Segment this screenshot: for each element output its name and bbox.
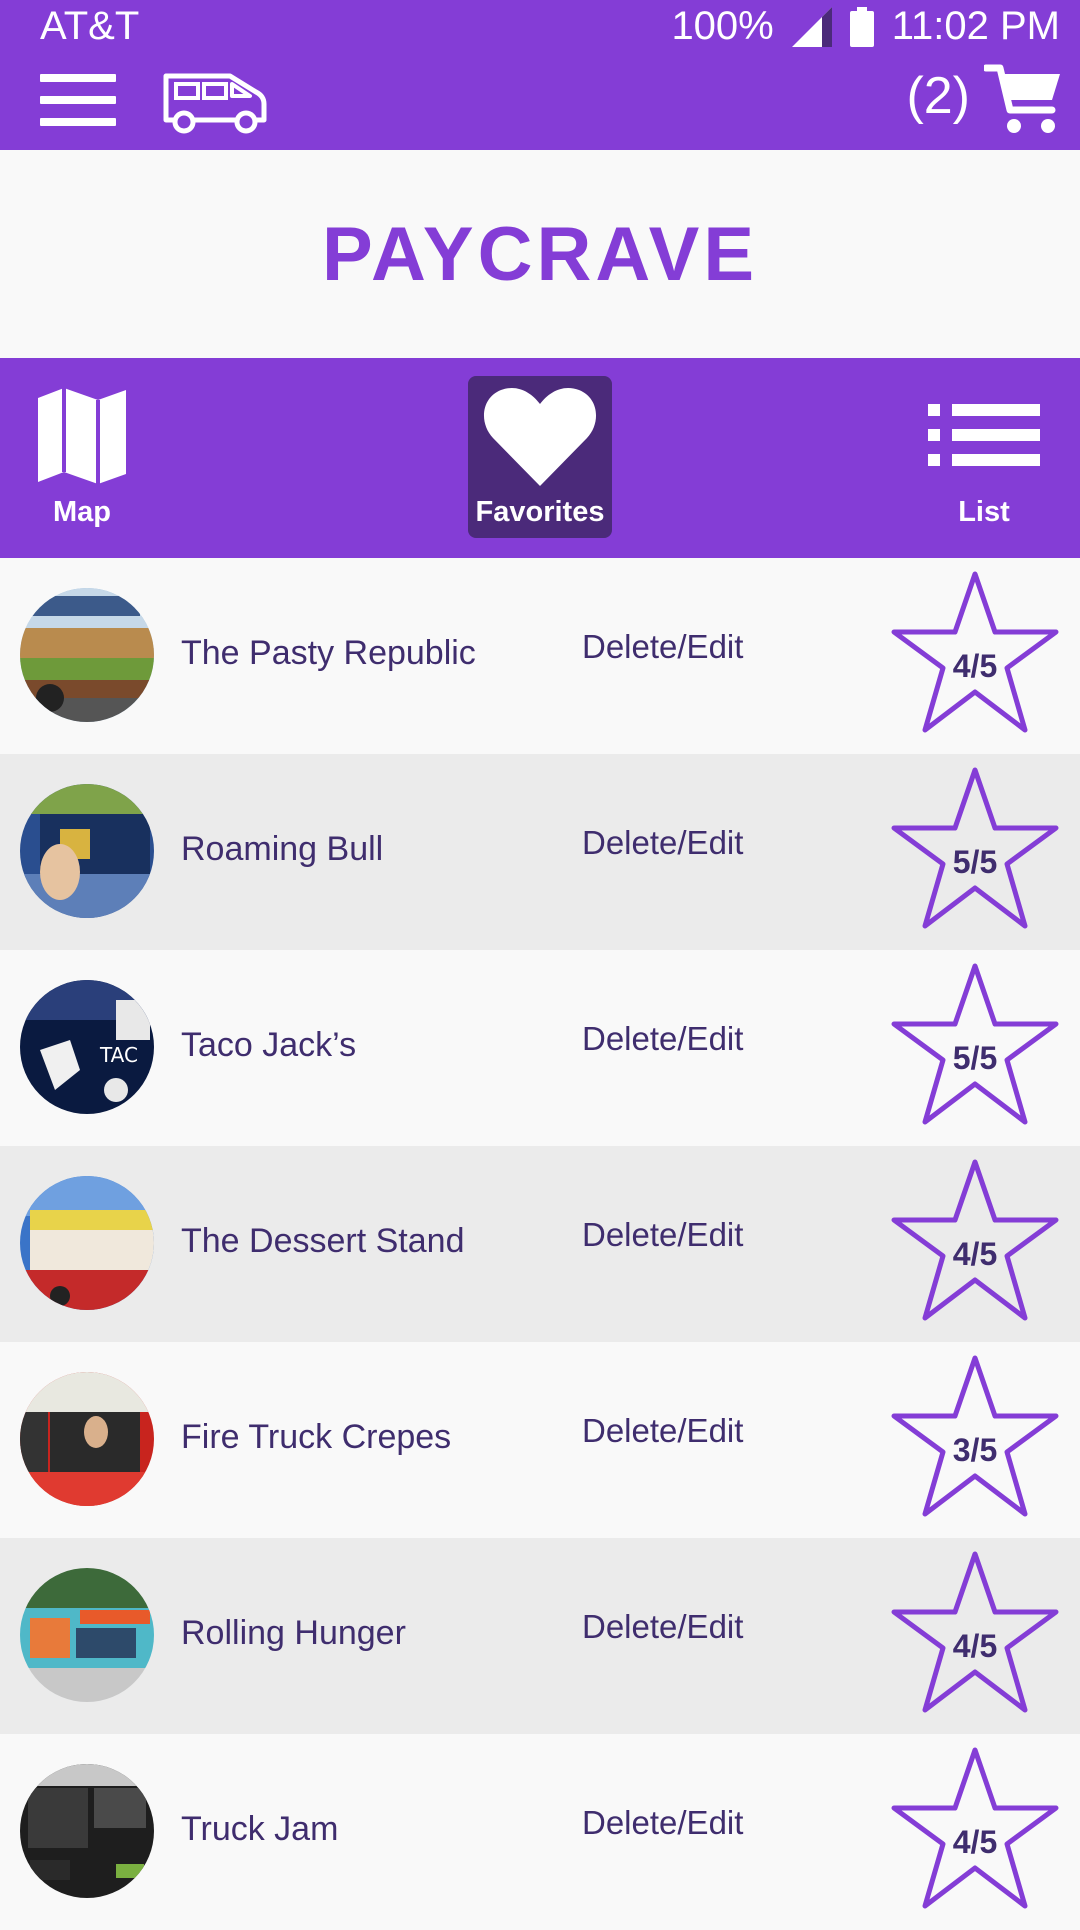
hamburger-menu-icon[interactable] (40, 74, 116, 126)
app-bar: AT&T 100% 11:02 PM (2) (0, 0, 1080, 150)
list-item[interactable]: TAC Taco Jack’s Delete/Edit 5/5 (0, 950, 1080, 1146)
rating-badge: 3/5 (890, 1354, 1060, 1520)
status-indicators: 100% 11:02 PM (671, 4, 1060, 49)
rating-badge: 4/5 (890, 570, 1060, 736)
delete-edit-link[interactable]: Delete/Edit (582, 1216, 743, 1254)
rating-value: 3/5 (952, 1432, 998, 1468)
rating-value: 5/5 (952, 844, 998, 880)
rating-value: 4/5 (952, 648, 998, 684)
truck-photo (20, 1176, 154, 1310)
truck-photo: TAC (20, 980, 154, 1114)
truck-photo (20, 1764, 154, 1898)
list-item[interactable]: Rolling Hunger Delete/Edit 4/5 (0, 1538, 1080, 1734)
rating-badge: 4/5 (890, 1158, 1060, 1324)
tab-list[interactable]: List (920, 358, 1048, 558)
rating-badge: 5/5 (890, 962, 1060, 1128)
shopping-cart-icon[interactable] (984, 62, 1062, 136)
clock: 11:02 PM (891, 4, 1060, 48)
truck-photo (20, 1372, 154, 1506)
signal-icon (791, 6, 832, 47)
battery-percent: 100% (671, 4, 774, 48)
truck-name[interactable]: Fire Truck Crepes (181, 1418, 451, 1457)
truck-photo (20, 784, 154, 918)
delete-edit-link[interactable]: Delete/Edit (582, 824, 743, 862)
truck-name[interactable]: Truck Jam (181, 1810, 338, 1849)
rating-badge: 4/5 (890, 1746, 1060, 1912)
truck-name[interactable]: The Pasty Republic (181, 634, 476, 673)
rating-badge: 5/5 (890, 766, 1060, 932)
food-truck-icon[interactable] (160, 70, 270, 134)
rating-value: 4/5 (952, 1236, 998, 1272)
list-item[interactable]: Fire Truck Crepes Delete/Edit 3/5 (0, 1342, 1080, 1538)
battery-icon (849, 6, 874, 47)
truck-name[interactable]: Taco Jack’s (181, 1026, 356, 1065)
list-item[interactable]: Roaming Bull Delete/Edit 5/5 (0, 754, 1080, 950)
truck-name[interactable]: The Dessert Stand (181, 1222, 464, 1261)
tab-map[interactable]: Map (30, 358, 134, 558)
list-icon (928, 404, 1040, 466)
delete-edit-link[interactable]: Delete/Edit (582, 1020, 743, 1058)
tab-favorites-label: Favorites (475, 496, 605, 528)
tab-favorites[interactable]: Favorites (468, 358, 612, 558)
rating-badge: 4/5 (890, 1550, 1060, 1716)
delete-edit-link[interactable]: Delete/Edit (582, 1804, 743, 1842)
tab-list-label: List (958, 496, 1010, 528)
carrier-label: AT&T (40, 4, 140, 48)
svg-text:TAC: TAC (99, 1043, 138, 1067)
app-title: PAYCRAVE (321, 211, 759, 297)
brand-header: PAYCRAVE (0, 150, 1080, 358)
tab-bar: Map Favorites List (0, 358, 1080, 558)
delete-edit-link[interactable]: Delete/Edit (582, 1412, 743, 1450)
heart-icon (483, 387, 597, 486)
truck-photo (20, 588, 154, 722)
tab-map-label: Map (53, 496, 111, 528)
truck-name[interactable]: Roaming Bull (181, 830, 383, 869)
rating-value: 5/5 (952, 1040, 998, 1076)
delete-edit-link[interactable]: Delete/Edit (582, 1608, 743, 1646)
list-item[interactable]: Truck Jam Delete/Edit 4/5 (0, 1734, 1080, 1930)
truck-name[interactable]: Rolling Hunger (181, 1614, 406, 1653)
rating-value: 4/5 (952, 1628, 998, 1664)
map-icon (38, 388, 126, 484)
truck-photo (20, 1568, 154, 1702)
cart-count[interactable]: (2) (906, 66, 970, 126)
list-item[interactable]: The Dessert Stand Delete/Edit 4/5 (0, 1146, 1080, 1342)
favorites-list: The Pasty Republic Delete/Edit 4/5 Roami… (0, 558, 1080, 1930)
rating-value: 4/5 (952, 1824, 998, 1860)
list-item[interactable]: The Pasty Republic Delete/Edit 4/5 (0, 558, 1080, 754)
delete-edit-link[interactable]: Delete/Edit (582, 628, 743, 666)
